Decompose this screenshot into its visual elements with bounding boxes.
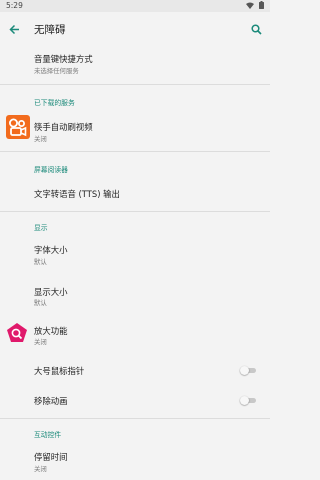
switch-thumb: [240, 366, 249, 375]
remove-animations-switch[interactable]: [240, 396, 258, 405]
list-item-kuaishou[interactable]: 筷手自动刷视频 关闭: [0, 110, 270, 148]
switch-thumb: [240, 396, 249, 405]
section-header-display: 显示: [34, 224, 48, 232]
divider: [0, 211, 270, 212]
divider: [0, 418, 270, 419]
list-item-display-size[interactable]: 显示大小 默认: [0, 278, 270, 314]
font-size-label: 字体大小: [34, 245, 68, 255]
battery-icon: [259, 1, 264, 9]
status-time: 5:29: [6, 1, 23, 10]
kuaishou-summary: 关闭: [34, 135, 47, 143]
volume-shortcut-summary: 未选择任何服务: [34, 67, 79, 75]
back-button[interactable]: [4, 19, 24, 39]
section-header-interaction: 互动控件: [34, 431, 62, 439]
wifi-icon: [246, 2, 254, 9]
dwell-summary: 关闭: [34, 465, 47, 473]
tts-label: 文字转语音 (TTS) 输出: [34, 189, 120, 199]
display-size-summary: 默认: [34, 299, 47, 307]
section-header-screen-reader: 屏幕阅读器: [34, 166, 68, 174]
arrow-back-icon: [8, 24, 19, 34]
list-item-remove-animations[interactable]: 移除动画: [0, 388, 270, 414]
divider: [0, 84, 270, 85]
magnification-icon: [7, 323, 27, 342]
magnification-label: 放大功能: [34, 326, 68, 336]
kuaishou-app-icon: [6, 115, 30, 139]
page-title: 无障碍: [34, 24, 66, 36]
search-icon: [250, 23, 262, 35]
font-size-summary: 默认: [34, 258, 47, 266]
large-pointer-label: 大号鼠标指针: [34, 366, 85, 376]
status-bar: 5:29: [0, 0, 270, 12]
section-header-downloaded: 已下载的服务: [34, 99, 75, 107]
large-pointer-switch[interactable]: [240, 366, 258, 375]
list-item-font-size[interactable]: 字体大小 默认: [0, 236, 270, 272]
list-item-volume-shortcut[interactable]: 音量键快捷方式 未选择任何服务: [0, 46, 270, 82]
search-button[interactable]: [246, 19, 266, 39]
remove-animations-label: 移除动画: [34, 396, 68, 406]
list-item-large-pointer[interactable]: 大号鼠标指针: [0, 358, 270, 384]
list-item-tts[interactable]: 文字转语音 (TTS) 输出: [0, 178, 270, 208]
divider: [0, 151, 270, 152]
app-bar: 无障碍: [0, 12, 270, 46]
dwell-label: 停留时间: [34, 452, 68, 462]
list-item-magnification[interactable]: 放大功能 关闭: [0, 318, 270, 354]
status-icons: [246, 1, 264, 9]
magnification-summary: 关闭: [34, 338, 47, 346]
list-item-dwell[interactable]: 停留时间 关闭: [0, 444, 270, 478]
display-size-label: 显示大小: [34, 287, 68, 297]
kuaishou-label: 筷手自动刷视频: [34, 122, 93, 132]
volume-shortcut-label: 音量键快捷方式: [34, 54, 93, 64]
